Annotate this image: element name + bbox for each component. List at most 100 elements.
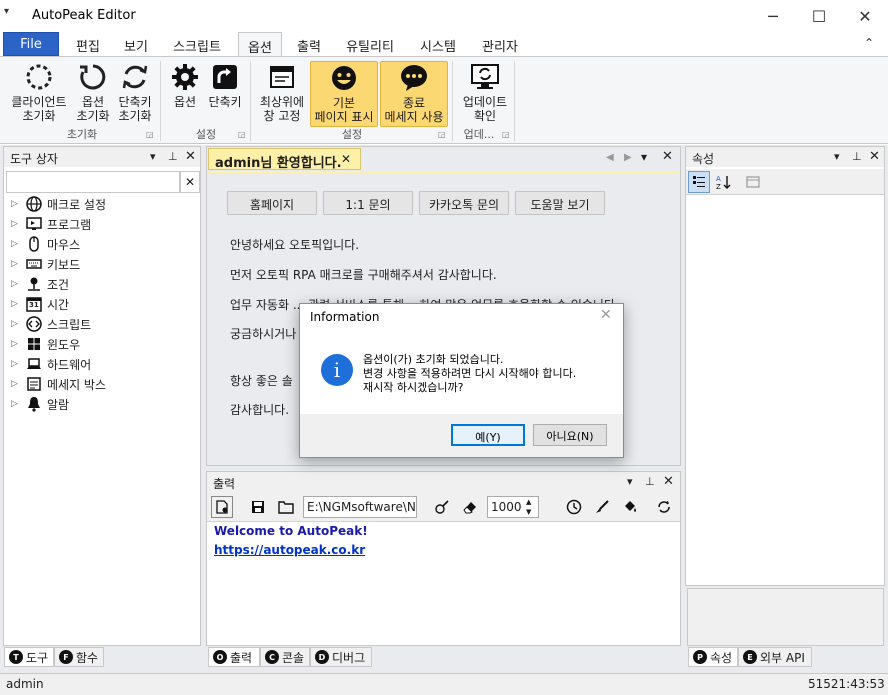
clean-icon[interactable] xyxy=(431,496,453,518)
output-panel: 출력 ▾ ⊥ ✕ E:\NGMsoftware\NG 1000 ▲ ▼ Welco… xyxy=(206,471,681,646)
tab-tools[interactable]: T 도구 xyxy=(4,647,54,667)
expand-arrow-icon[interactable]: ▷ xyxy=(11,399,25,409)
expand-arrow-icon[interactable]: ▷ xyxy=(11,379,25,389)
tab-properties[interactable]: P 속성 xyxy=(688,647,738,667)
categorized-icon[interactable] xyxy=(688,171,710,193)
panel-menu-icon[interactable]: ▾ xyxy=(834,150,840,163)
kakaotalk-inquiry-button[interactable]: 카카오톡 문의 xyxy=(419,191,509,215)
no-button[interactable]: 아니요(N) xyxy=(533,424,607,446)
check-update-button[interactable]: 업데이트 확인 xyxy=(458,61,512,123)
close-icon[interactable]: ✕ xyxy=(185,149,196,164)
tree-item-messagebox[interactable]: ▷ 메세지 박스 xyxy=(11,374,106,394)
tree-item-mouse[interactable]: ▷ 마우스 xyxy=(11,234,80,254)
shortcut-button[interactable]: 단축키 xyxy=(204,61,246,109)
expand-arrow-icon[interactable]: ▷ xyxy=(11,319,25,329)
close-button[interactable]: ✕ xyxy=(842,0,888,32)
clock-icon[interactable] xyxy=(563,496,585,518)
panel-menu-icon[interactable]: ▾ xyxy=(627,475,633,488)
topmost-window-button[interactable]: 최상위에 창 고정 xyxy=(256,61,308,123)
group-launcher-icon[interactable]: ◲ xyxy=(438,130,446,139)
tab-file[interactable]: File xyxy=(3,32,59,56)
minimize-button[interactable]: ─ xyxy=(750,0,796,32)
close-icon[interactable]: ✕ xyxy=(663,474,674,489)
expand-arrow-icon[interactable]: ▷ xyxy=(11,279,25,289)
tree-item-program[interactable]: ▷ 프로그램 xyxy=(11,214,91,234)
expand-arrow-icon[interactable]: ▷ xyxy=(11,239,25,249)
expand-arrow-icon[interactable]: ▷ xyxy=(11,259,25,269)
expand-arrow-icon[interactable]: ▷ xyxy=(11,299,25,309)
tree-item-condition[interactable]: ▷ 조건 xyxy=(11,274,69,294)
pin-icon[interactable]: ⊥ xyxy=(645,475,655,488)
tab-script[interactable]: 스크립트 xyxy=(164,32,230,56)
property-pages-icon[interactable] xyxy=(742,171,764,193)
tree-item-time[interactable]: ▷ 31 시간 xyxy=(11,294,69,314)
expand-arrow-icon[interactable]: ▷ xyxy=(11,339,25,349)
tree-item-alarm[interactable]: ▷ 알람 xyxy=(11,394,69,414)
tab-utility[interactable]: 유틸리티 xyxy=(338,32,402,56)
output-path-input[interactable]: E:\NGMsoftware\NG xyxy=(303,496,417,518)
tab-view[interactable]: 보기 xyxy=(114,32,158,56)
save-icon[interactable] xyxy=(247,496,269,518)
dialog-close-icon[interactable]: ✕ xyxy=(600,307,612,323)
tree-item-script[interactable]: ▷ 스크립트 xyxy=(11,314,91,334)
line-limit-stepper[interactable]: 1000 ▲ ▼ xyxy=(487,496,539,518)
tab-admin[interactable]: 관리자 xyxy=(474,32,526,56)
tab-system[interactable]: 시스템 xyxy=(412,32,464,56)
option-reset-button[interactable]: 옵션 초기화 xyxy=(72,61,114,123)
tab-functions[interactable]: F 함수 xyxy=(54,647,104,667)
expand-arrow-icon[interactable]: ▷ xyxy=(11,199,25,209)
tree-item-window[interactable]: ▷ 윈도우 xyxy=(11,334,80,354)
document-menu-icon[interactable]: ▾ xyxy=(641,150,647,164)
close-tab-icon[interactable]: ✕ xyxy=(341,152,351,166)
tab-external-api[interactable]: E 외부 API xyxy=(738,647,812,667)
scroll-left-icon[interactable]: ◀ xyxy=(606,152,614,163)
sort-alpha-icon[interactable]: AZ xyxy=(712,171,734,193)
default-page-button[interactable]: 기본 페이지 표시 xyxy=(310,61,378,127)
help-button[interactable]: 도움말 보기 xyxy=(515,191,605,215)
group-launcher-icon[interactable]: ◲ xyxy=(502,130,510,139)
pin-icon[interactable]: ⊥ xyxy=(168,150,178,163)
tree-item-macro[interactable]: ▷ 매크로 설정 xyxy=(11,194,106,214)
tree-item-hardware[interactable]: ▷ 하드웨어 xyxy=(11,354,91,374)
group-launcher-icon[interactable]: ◲ xyxy=(238,130,246,139)
tab-debug[interactable]: D 디버그 xyxy=(310,647,372,667)
close-icon[interactable]: ✕ xyxy=(869,149,880,164)
expand-arrow-icon[interactable]: ▷ xyxy=(11,219,25,229)
maximize-button[interactable]: ☐ xyxy=(796,0,842,32)
output-website-link[interactable]: https://autopeak.co.kr xyxy=(214,543,365,557)
group-launcher-icon[interactable]: ◲ xyxy=(146,130,154,139)
document-tab[interactable]: admin님 환영합니다. ✕ xyxy=(208,148,361,171)
fill-bucket-icon[interactable] xyxy=(619,496,641,518)
inquiry-button[interactable]: 1:1 문의 xyxy=(323,191,413,215)
close-document-icon[interactable]: ✕ xyxy=(662,149,673,164)
toolbox-search-input[interactable] xyxy=(6,171,180,193)
system-menu-icon[interactable]: ▾ xyxy=(4,6,18,22)
refresh-icon[interactable] xyxy=(653,496,675,518)
tab-options[interactable]: 옵션 xyxy=(238,32,282,57)
tree-item-label: 시간 xyxy=(47,297,70,312)
homepage-button[interactable]: 홈페이지 xyxy=(227,191,317,215)
tab-badge: T xyxy=(9,650,23,664)
stepper-arrows-icon[interactable]: ▲ ▼ xyxy=(526,497,531,517)
tab-edit[interactable]: 편집 xyxy=(64,32,112,56)
folder-icon[interactable] xyxy=(275,496,297,518)
eraser-icon[interactable] xyxy=(459,496,481,518)
client-reset-button[interactable]: 클라이언트 초기화 xyxy=(6,61,72,123)
scroll-right-icon[interactable]: ▶ xyxy=(624,152,632,163)
button-label: 최상위에 xyxy=(259,95,305,109)
panel-menu-icon[interactable]: ▾ xyxy=(150,150,156,163)
yes-button[interactable]: 예(Y) xyxy=(451,424,525,446)
ribbon-collapse-icon[interactable]: ⌃ xyxy=(864,36,874,50)
pin-icon[interactable]: ⊥ xyxy=(852,150,862,163)
tab-console[interactable]: C 콘솔 xyxy=(260,647,310,667)
brush-icon[interactable] xyxy=(591,496,613,518)
shortcut-reset-button[interactable]: 단축키 초기화 xyxy=(114,61,156,123)
options-button[interactable]: 옵션 xyxy=(166,61,204,109)
exit-message-button[interactable]: 종료 메세지 사용 xyxy=(380,61,448,127)
tab-output[interactable]: 출력 xyxy=(288,32,330,56)
expand-arrow-icon[interactable]: ▷ xyxy=(11,359,25,369)
new-log-icon[interactable] xyxy=(211,496,233,518)
tab-output-log[interactable]: O 출력 xyxy=(208,647,260,667)
clear-search-icon[interactable]: ✕ xyxy=(180,171,200,193)
tree-item-keyboard[interactable]: ▷ 키보드 xyxy=(11,254,80,274)
